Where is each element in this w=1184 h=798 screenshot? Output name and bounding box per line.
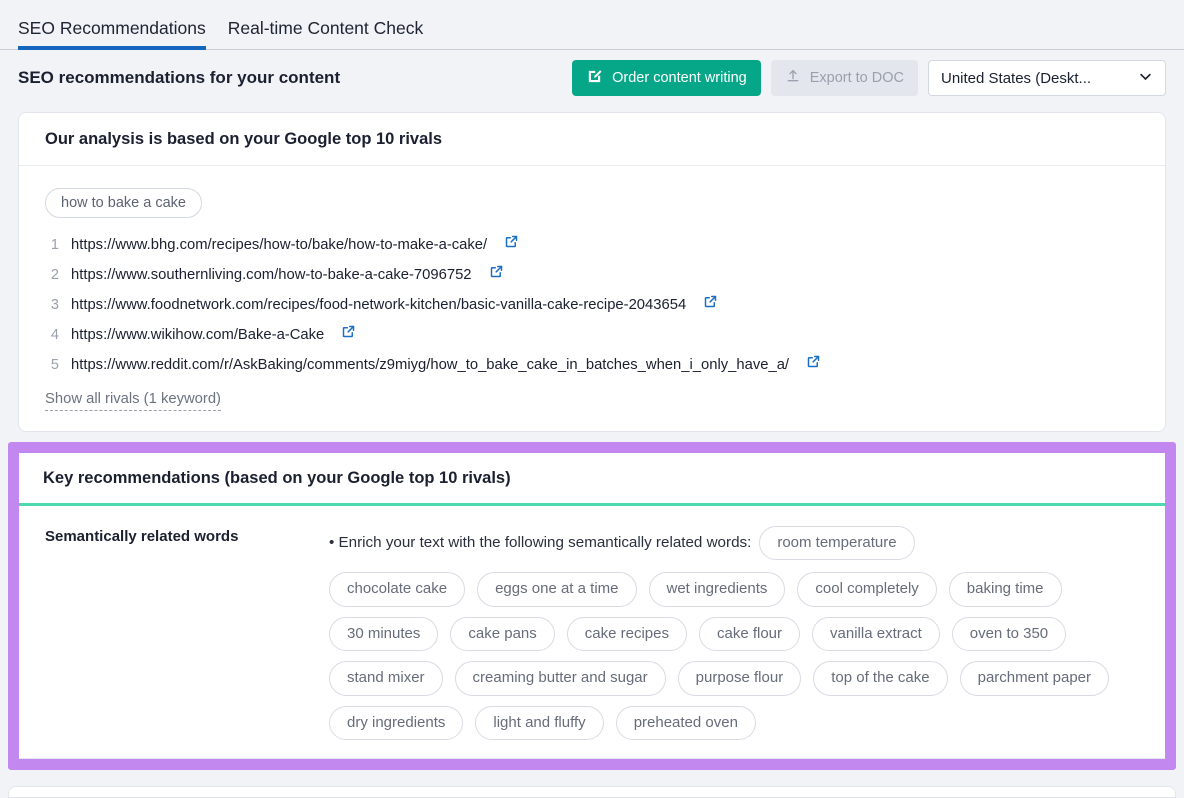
- related-word-chip[interactable]: oven to 350: [952, 617, 1066, 652]
- rival-row[interactable]: 4 https://www.wikihow.com/Bake-a-Cake: [45, 324, 1139, 354]
- rival-list: 1 https://www.bhg.com/recipes/how-to/bak…: [45, 234, 1139, 382]
- rival-url: https://www.bhg.com/recipes/how-to/bake/…: [71, 237, 487, 253]
- rival-url: https://www.reddit.com/r/AskBaking/comme…: [71, 357, 789, 373]
- keyword-chip[interactable]: how to bake a cake: [45, 188, 202, 218]
- locale-select-value: United States (Deskt...: [941, 70, 1091, 87]
- order-content-writing-button[interactable]: Order content writing: [572, 60, 761, 96]
- related-word-chip[interactable]: creaming butter and sugar: [455, 661, 666, 696]
- related-word-chip[interactable]: dry ingredients: [329, 706, 463, 741]
- next-card-partial: [8, 786, 1176, 798]
- analysis-card: Our analysis is based on your Google top…: [18, 112, 1166, 432]
- key-recommendations-body: Semantically related words Enrich your t…: [19, 506, 1165, 759]
- recommendation-content: Enrich your text with the following sema…: [329, 526, 1145, 741]
- tab-label: SEO Recommendations: [18, 18, 206, 38]
- show-all-rivals-link[interactable]: Show all rivals (1 keyword): [45, 390, 221, 411]
- related-words-list: chocolate cake eggs one at a time wet in…: [329, 572, 1145, 740]
- related-word-chip[interactable]: 30 minutes: [329, 617, 438, 652]
- chevron-down-icon: [1138, 69, 1153, 88]
- related-word-chip[interactable]: chocolate cake: [329, 572, 465, 607]
- tab-seo-recommendations[interactable]: SEO Recommendations: [18, 20, 216, 50]
- key-recommendations-highlight: Key recommendations (based on your Googl…: [8, 442, 1176, 771]
- export-to-doc-button[interactable]: Export to DOC: [771, 60, 918, 96]
- rival-url: https://www.foodnetwork.com/recipes/food…: [71, 297, 686, 313]
- related-word-chip[interactable]: cake flour: [699, 617, 800, 652]
- key-recommendations-card: Key recommendations (based on your Googl…: [19, 453, 1165, 760]
- external-link-icon[interactable]: [806, 354, 821, 373]
- rival-row[interactable]: 5 https://www.reddit.com/r/AskBaking/com…: [45, 354, 1139, 382]
- rival-rank: 2: [45, 267, 59, 283]
- upload-icon: [785, 68, 801, 88]
- related-word-chip[interactable]: top of the cake: [813, 661, 947, 696]
- tab-bar: SEO Recommendations Real-time Content Ch…: [0, 0, 1184, 50]
- rival-rank: 4: [45, 327, 59, 343]
- analysis-card-title: Our analysis is based on your Google top…: [19, 113, 1165, 166]
- rival-rank: 3: [45, 297, 59, 313]
- related-word-chip[interactable]: purpose flour: [678, 661, 802, 696]
- rival-row[interactable]: 3 https://www.foodnetwork.com/recipes/fo…: [45, 294, 1139, 324]
- external-link-icon[interactable]: [504, 234, 519, 253]
- related-word-chip[interactable]: light and fluffy: [475, 706, 603, 741]
- enrich-text-bullet: Enrich your text with the following sema…: [329, 526, 1145, 561]
- tab-label: Real-time Content Check: [228, 18, 424, 38]
- order-content-writing-label: Order content writing: [612, 70, 747, 86]
- external-link-icon[interactable]: [341, 324, 356, 343]
- related-word-chip[interactable]: cool completely: [797, 572, 936, 607]
- locale-select[interactable]: United States (Deskt...: [928, 60, 1166, 96]
- enrich-text-label: Enrich your text with the following sema…: [329, 535, 751, 552]
- rival-row[interactable]: 2 https://www.southernliving.com/how-to-…: [45, 264, 1139, 294]
- tab-real-time-content-check[interactable]: Real-time Content Check: [228, 20, 434, 50]
- related-word-chip[interactable]: room temperature: [759, 526, 914, 561]
- external-link-icon[interactable]: [703, 294, 718, 313]
- related-word-chip[interactable]: cake recipes: [567, 617, 687, 652]
- page-title: SEO recommendations for your content: [18, 68, 340, 88]
- related-word-chip[interactable]: baking time: [949, 572, 1062, 607]
- related-word-chip[interactable]: wet ingredients: [649, 572, 786, 607]
- rival-rank: 5: [45, 357, 59, 373]
- semantically-related-words-label: Semantically related words: [33, 526, 329, 741]
- related-word-chip[interactable]: vanilla extract: [812, 617, 940, 652]
- analysis-card-body: how to bake a cake 1 https://www.bhg.com…: [19, 166, 1165, 431]
- related-word-chip[interactable]: cake pans: [450, 617, 554, 652]
- header-toolbar: Order content writing Export to DOC Unit…: [572, 60, 1166, 96]
- related-word-chip[interactable]: parchment paper: [960, 661, 1109, 696]
- rival-url: https://www.southernliving.com/how-to-ba…: [71, 267, 472, 283]
- rival-url: https://www.wikihow.com/Bake-a-Cake: [71, 327, 324, 343]
- page-header: SEO recommendations for your content Ord…: [0, 50, 1184, 106]
- export-to-doc-label: Export to DOC: [810, 70, 904, 86]
- rival-rank: 1: [45, 237, 59, 253]
- rival-row[interactable]: 1 https://www.bhg.com/recipes/how-to/bak…: [45, 234, 1139, 264]
- edit-square-icon: [586, 68, 603, 89]
- related-word-chip[interactable]: stand mixer: [329, 661, 443, 696]
- related-word-chip[interactable]: eggs one at a time: [477, 572, 636, 607]
- related-word-chip[interactable]: preheated oven: [616, 706, 756, 741]
- external-link-icon[interactable]: [489, 264, 504, 283]
- key-recommendations-title: Key recommendations (based on your Googl…: [19, 453, 1165, 506]
